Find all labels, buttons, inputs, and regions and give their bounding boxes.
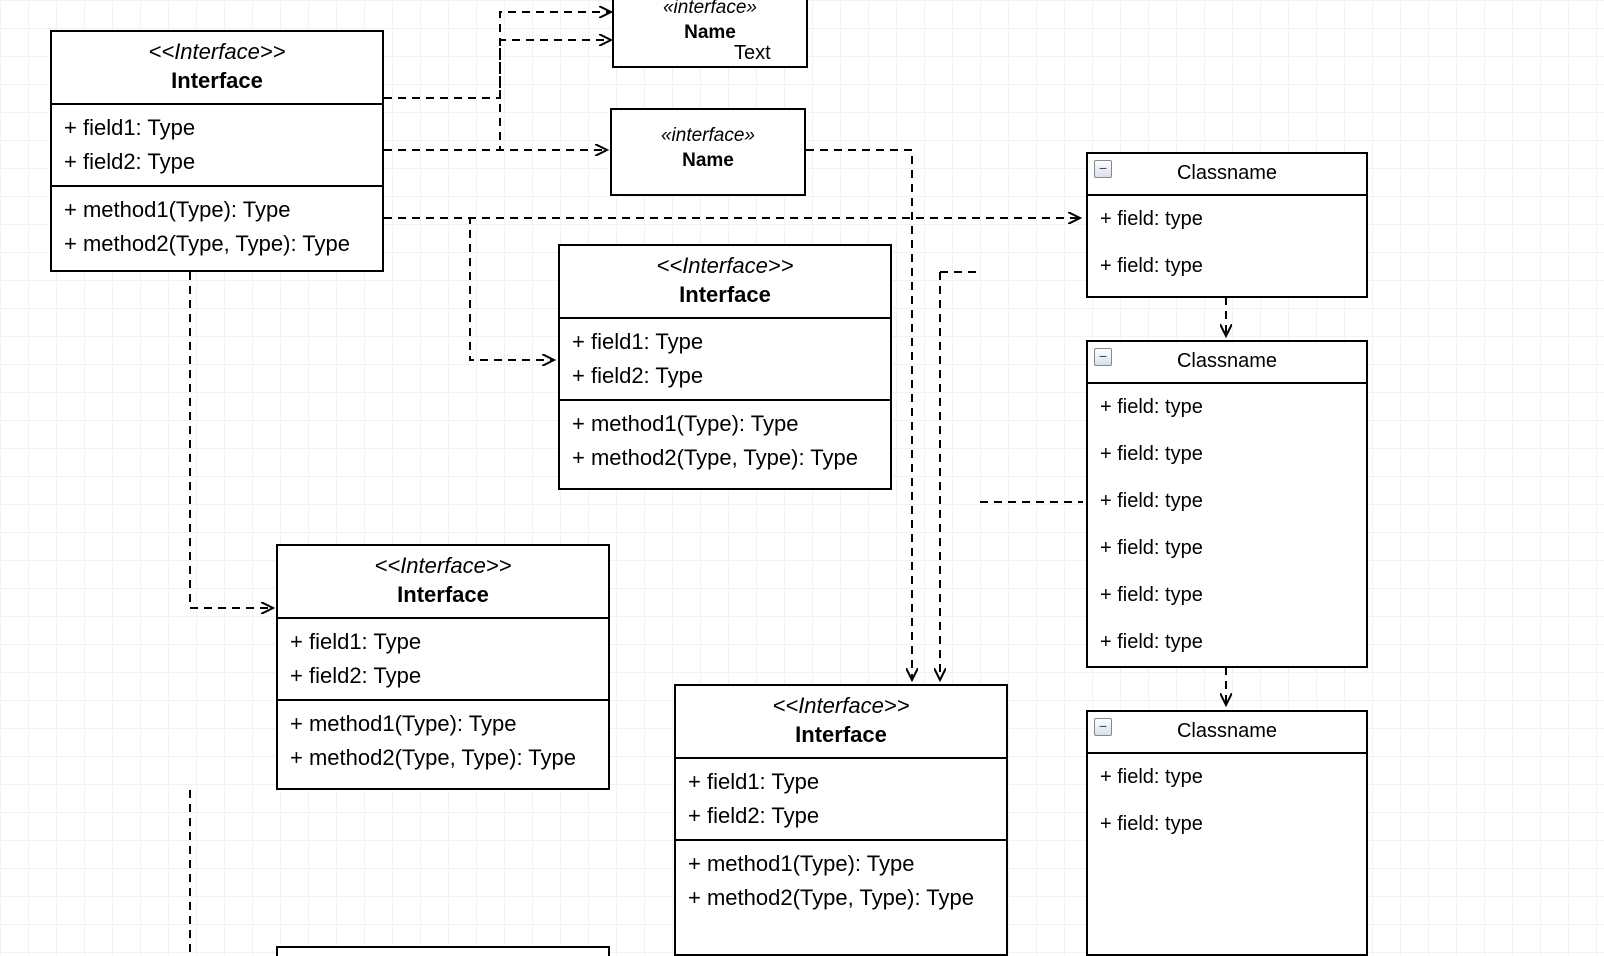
stereotype: <<Interface>> [286,552,600,581]
interface-box-c[interactable]: <<Interface>> Interface + field1: Type +… [276,544,610,790]
interface-name: Interface [568,281,882,310]
interface-name: Name [620,149,796,174]
fields-section: + field: type + field: type + field: typ… [1088,382,1366,666]
diagram-canvas[interactable]: <<Interface>> Interface + field1: Type +… [0,0,1604,956]
methods-section: + method1(Type): Type + method2(Type, Ty… [278,699,608,781]
methods-section: + method1(Type): Type + method2(Type, Ty… [560,399,890,481]
collapse-icon[interactable] [1094,718,1112,736]
fields-section: + field1: Type + field2: Type [676,757,1006,839]
interface-box-cut[interactable] [276,946,610,956]
fields-section: + field1: Type + field2: Type [560,317,890,399]
class-box-3[interactable]: Classname + field: type + field: type [1086,710,1368,956]
interface-box-a[interactable]: <<Interface>> Interface + field1: Type +… [50,30,384,272]
stereotype: «interface» [622,0,798,21]
interface-name: Interface [684,721,998,750]
methods-section: + method1(Type): Type + method2(Type, Ty… [52,185,382,267]
mini-interface-0[interactable]: «interface» Name [612,0,808,68]
class-name: Classname [1177,720,1277,742]
mini-interface-1[interactable]: «interface» Name [610,108,806,196]
fields-section: + field1: Type + field2: Type [52,103,382,185]
interface-name: Interface [60,67,374,96]
interface-name: Name [622,21,798,46]
class-box-1[interactable]: Classname + field: type + field: type [1086,152,1368,298]
fields-section: + field1: Type + field2: Type [278,617,608,699]
collapse-icon[interactable] [1094,160,1112,178]
stereotype: <<Interface>> [568,252,882,281]
class-box-2[interactable]: Classname + field: type + field: type + … [1086,340,1368,668]
stereotype: «interface» [620,124,796,149]
interface-box-b[interactable]: <<Interface>> Interface + field1: Type +… [558,244,892,490]
stereotype: <<Interface>> [60,38,374,67]
methods-section: + method1(Type): Type + method2(Type, Ty… [676,839,1006,921]
class-name: Classname [1177,350,1277,372]
fields-section: + field: type + field: type [1088,752,1366,848]
class-name: Classname [1177,162,1277,184]
interface-box-d[interactable]: <<Interface>> Interface + field1: Type +… [674,684,1008,956]
mini-interface-0-extra: Text [734,42,771,65]
interface-name: Interface [286,581,600,610]
collapse-icon[interactable] [1094,348,1112,366]
fields-section: + field: type + field: type [1088,194,1366,290]
stereotype: <<Interface>> [684,692,998,721]
